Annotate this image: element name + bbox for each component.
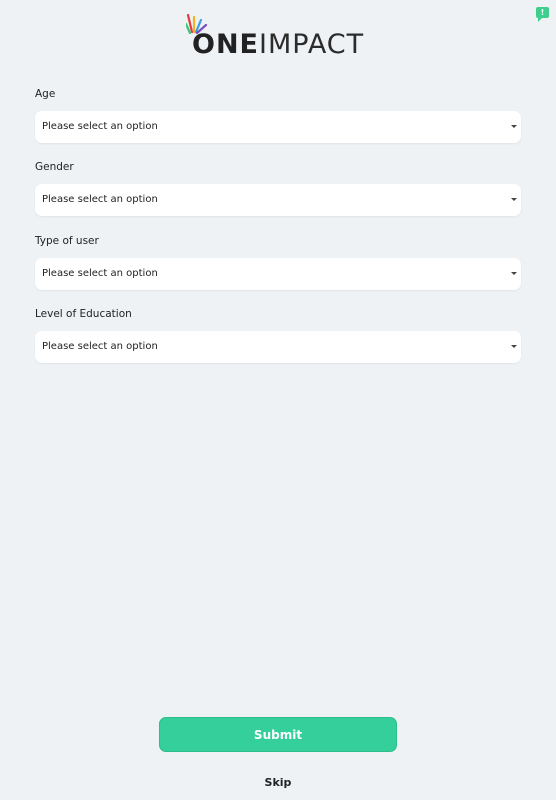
chevron-down-icon	[511, 272, 517, 275]
type-of-user-select[interactable]: Please select an option	[35, 258, 521, 290]
gender-select-value: Please select an option	[42, 194, 158, 205]
feedback-badge: !	[540, 8, 545, 17]
education-level-label: Level of Education	[35, 308, 132, 320]
gender-label: Gender	[35, 161, 74, 173]
age-label: Age	[35, 88, 56, 100]
submit-button[interactable]: Submit	[159, 717, 397, 752]
one-impact-logo: ONEIMPACT	[186, 12, 363, 60]
age-select-value: Please select an option	[42, 121, 158, 132]
logo-one-text: ONE	[192, 29, 259, 60]
gender-select[interactable]: Please select an option	[35, 184, 521, 216]
type-of-user-select-value: Please select an option	[42, 268, 158, 279]
education-level-select[interactable]: Please select an option	[35, 331, 521, 363]
logo-wordmark: ONEIMPACT	[192, 30, 364, 60]
chevron-down-icon	[511, 198, 517, 201]
feedback-icon[interactable]: !	[536, 7, 549, 22]
age-select[interactable]: Please select an option	[35, 111, 521, 143]
type-of-user-label: Type of user	[35, 235, 99, 247]
skip-link[interactable]: Skip	[0, 776, 556, 789]
logo-impact-text: IMPACT	[259, 29, 365, 60]
education-level-select-value: Please select an option	[42, 341, 158, 352]
chevron-down-icon	[511, 345, 517, 348]
chevron-down-icon	[511, 125, 517, 128]
